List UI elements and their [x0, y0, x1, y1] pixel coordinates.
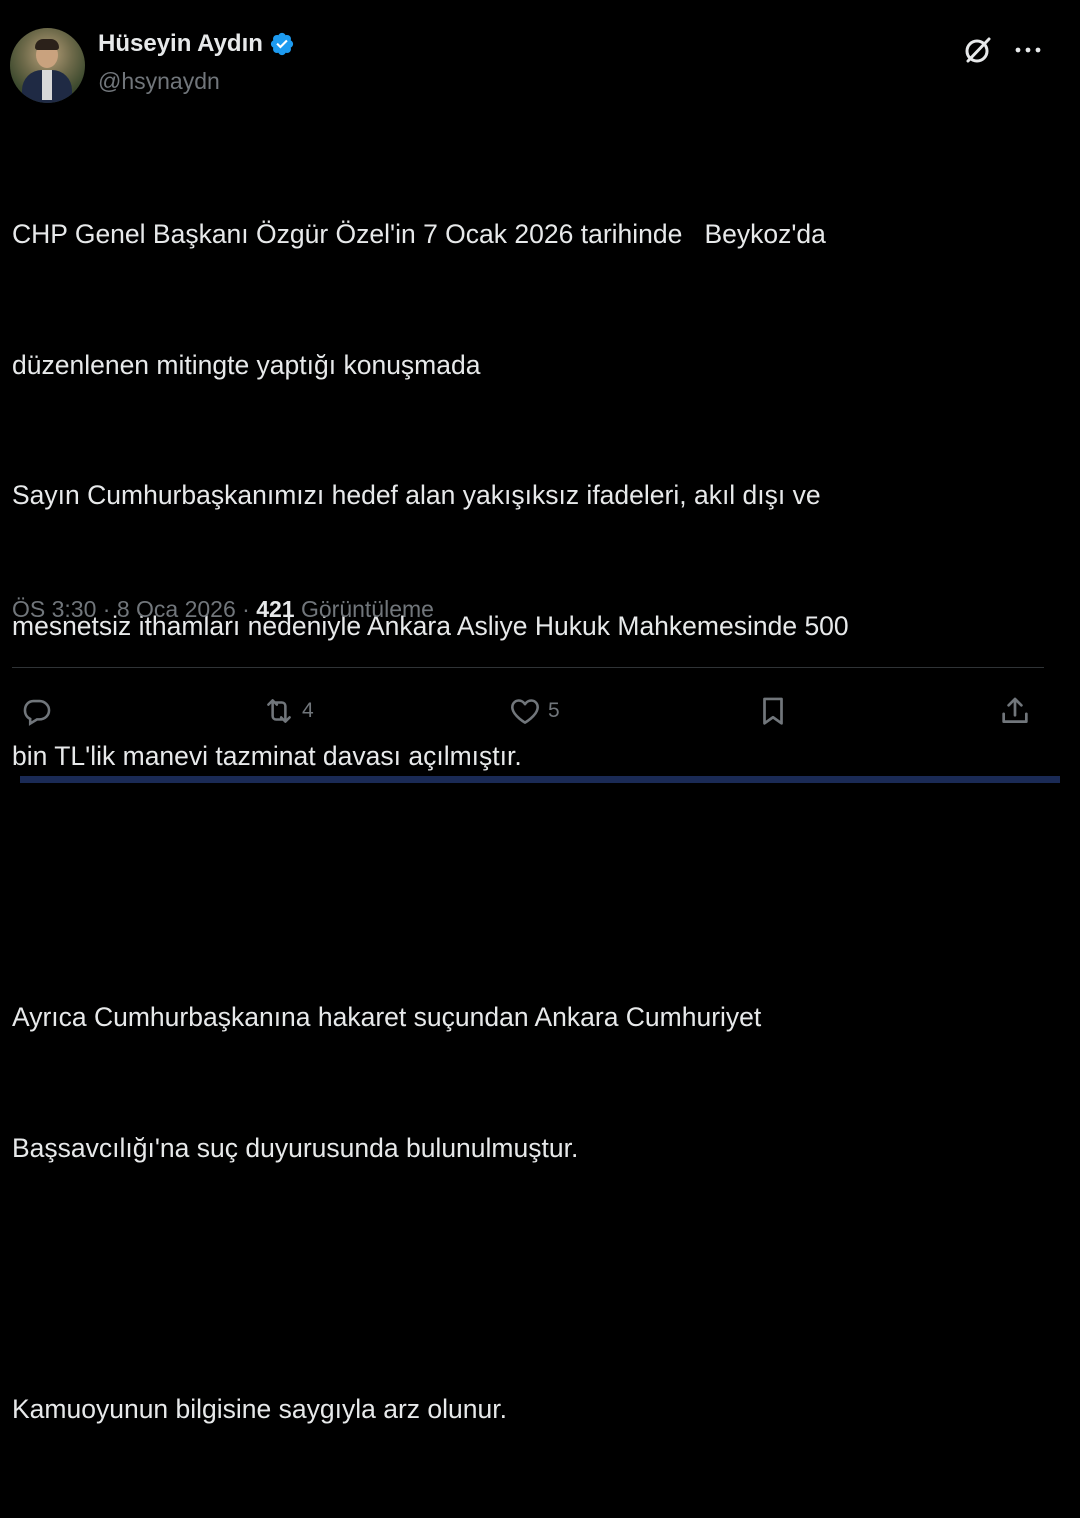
author-display-name[interactable]: Hüseyin Aydın	[98, 30, 263, 58]
tweet-text: CHP Genel Başkanı Özgür Özel'in 7 Ocak 2…	[12, 126, 1062, 1518]
author-handle[interactable]: @hsynaydn	[98, 68, 220, 95]
like-icon	[511, 699, 539, 724]
tweet-time[interactable]: ÖS 3:30	[12, 596, 96, 622]
tweet-line: Ayrıca Cumhurbaşkanına hakaret suçundan …	[12, 1002, 762, 1032]
like-count: 5	[548, 699, 560, 722]
repost-count: 4	[302, 699, 314, 722]
verified-badge-icon	[270, 32, 294, 56]
bottom-bar	[20, 776, 1060, 783]
grok-icon[interactable]	[962, 34, 994, 66]
tweet-line: bin TL'lik manevi tazminat davası açılmı…	[12, 741, 522, 771]
reply-button[interactable]	[20, 694, 60, 728]
bookmark-icon	[763, 697, 783, 725]
tweet-line: CHP Genel Başkanı Özgür Özel'in 7 Ocak 2…	[12, 219, 826, 249]
share-button[interactable]	[998, 694, 1032, 728]
bookmark-button[interactable]	[756, 694, 790, 728]
tweet-line: Başsavcılığı'na suç duyurusunda bulunulm…	[12, 1132, 579, 1163]
views-label: Görüntüleme	[300, 596, 434, 622]
like-button[interactable]: 5	[508, 694, 560, 728]
repost-button[interactable]: 4	[262, 694, 314, 728]
tweet-date[interactable]: 8 Oca 2026	[117, 596, 236, 622]
reply-icon	[23, 699, 51, 726]
meta-separator: ·	[102, 596, 111, 622]
tweet-line: Kamuoyunun bilgisine saygıyla arz olunur…	[12, 1393, 507, 1424]
divider	[12, 667, 1044, 668]
views-count: 421	[256, 596, 295, 622]
tweet-card: Hüseyin Aydın @hsynaydn CHP Genel Başkan…	[0, 0, 1080, 1424]
avatar-figure-hair	[35, 39, 59, 50]
meta-separator: ·	[242, 596, 250, 622]
avatar[interactable]	[10, 28, 85, 103]
share-icon	[1002, 697, 1028, 723]
more-icon[interactable]	[1012, 34, 1044, 66]
avatar-figure-shirt	[42, 70, 52, 100]
author-name-row: Hüseyin Aydın	[98, 30, 295, 58]
tweet-line: düzenlenen mitingte yaptığı konuşmada	[12, 349, 481, 380]
repost-icon	[267, 699, 291, 723]
tweet-meta: ÖS 3:30 · 8 Oca 2026 · 421 Görüntüleme	[12, 596, 434, 623]
tweet-line: Sayın Cumhurbaşkanımızı hedef alan yakış…	[12, 480, 821, 510]
